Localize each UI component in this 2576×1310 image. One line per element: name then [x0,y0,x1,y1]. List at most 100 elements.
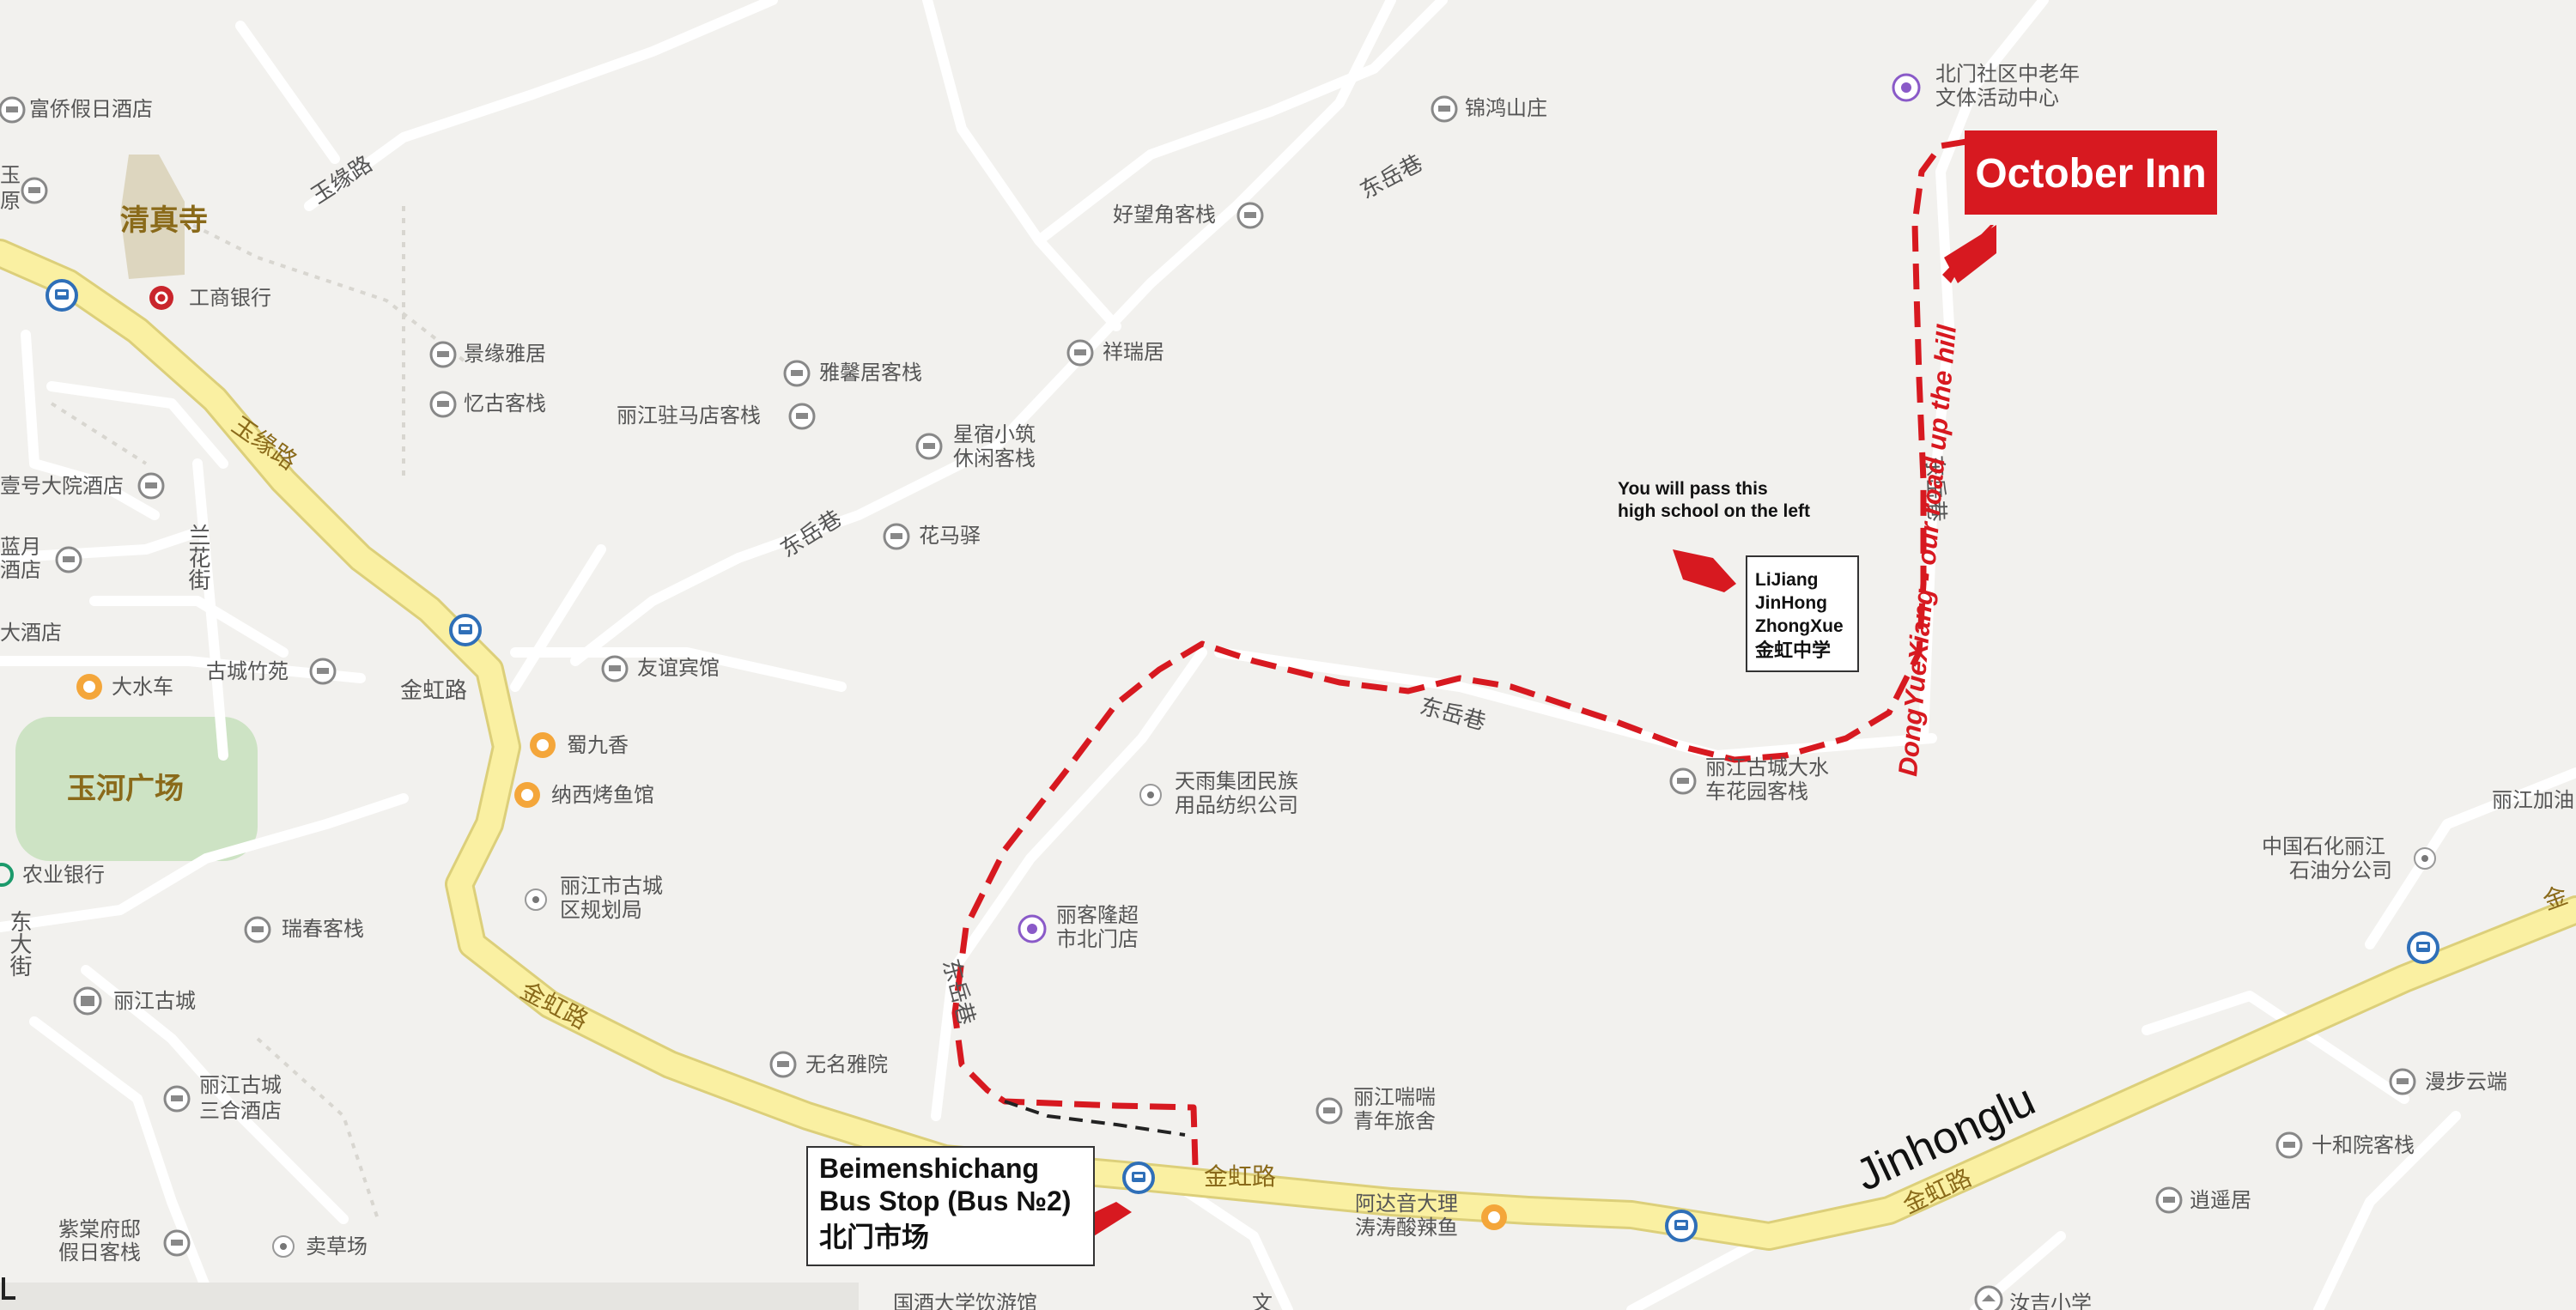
poi-lijiang-chaoshi-2-label: 市北门店 [1056,927,1139,951]
poi-shihe-icon [2275,1131,2303,1159]
poi-tianyu-icon [1139,784,1162,806]
school-box-line2: JinHong [1755,593,1827,613]
bus-stop-line2: Bus Stop (Bus №2) [819,1186,1071,1216]
poi-yaxinju-label: 雅馨居客栈 [819,361,922,385]
bus-stop-icon[interactable] [1665,1210,1698,1242]
poi-dashuiche-label: 大水车 [112,675,173,699]
poi-manbu-label: 漫步云端 [2425,1070,2507,1094]
bus-stop-icon[interactable] [1122,1161,1155,1194]
poi-guihua-2-label: 区规划局 [560,898,642,922]
poi-zijinfu-label: 紫棠府邸 [58,1217,141,1241]
poi-ruji-icon [1974,1285,2003,1310]
poi-zhumadian-label: 丽江驻马店客栈 [617,403,761,428]
poi-xiangrui-icon [1066,339,1094,367]
poi-ruichun-label: 瑞春客栈 [282,917,364,941]
poi-sinopec-label: 中国石化丽江 [2262,834,2385,858]
poi-nongye-label: 农业银行 [22,863,105,887]
poi-maicaochang-label: 卖草场 [306,1234,368,1258]
poi-jinhong-shan-icon [1431,95,1458,123]
poi-youyi-icon [601,655,629,682]
poi-sanhe-2-label: 三合酒店 [199,1099,282,1123]
poi-lijiang-chaoshi-icon [1018,914,1047,943]
poi-ruji-label: 汝吉小学 [2009,1291,2092,1310]
poi-hao-dayuan-icon [137,472,165,500]
poi-manbu-icon [2389,1068,2416,1095]
poi-dashui-icon [1669,767,1697,795]
poi-jinhong-shan-label: 锦鸿山庄 [1465,96,1547,120]
poi-sanhe-icon [163,1085,191,1113]
poi-haowangjiao-label: 好望角客栈 [1113,203,1216,227]
poi-yaxinju-icon [783,360,811,387]
poi-zijinfu-2-label: 假日客栈 [58,1240,141,1265]
poi-beimen-icon [1892,73,1921,102]
bus-stop-icon[interactable] [2407,931,2439,964]
poi-hao-dayuan-label: 壹号大院酒店 [0,474,124,498]
poi-xiaoyao-icon [2155,1186,2183,1214]
poi-tianyu-label: 天雨集团民族 [1175,769,1298,793]
poi-xingsu-2-label: 休闲客栈 [953,446,1036,470]
poi-wuming-label: 无名雅院 [805,1052,888,1077]
bus-stop-annotation[interactable]: Beimenshichang Bus Stop (Bus №2) 北门市场 [806,1146,1095,1266]
poi-chuanchuan-label: 丽江喘喘 [1353,1085,1436,1109]
poi-lijianggucheng-icon [73,986,102,1016]
poi-dashuiche-icon [76,674,102,700]
poi-wen-label: 文 [1252,1291,1273,1310]
road-label-dongda: 东大街 [6,910,32,977]
poi-dashui-label: 丽江古城大水 [1705,755,1829,779]
poi-yuan-edge-icon [21,177,48,204]
poi-huamayi-icon [883,523,910,550]
poi-jingyuan-label: 景缘雅居 [464,342,546,366]
poi-shujiuxiang-label: 蜀九香 [567,733,629,757]
poi-fuqiao-icon [0,96,26,124]
poi-yu-edge-label: 玉 [0,163,21,187]
poi-xiaoyao-label: 逍遥居 [2190,1188,2251,1212]
bus-stop-icon[interactable] [46,279,78,312]
poi-naxi-label: 纳西烤鱼馆 [551,783,654,807]
poi-xingsu-label: 星宿小筑 [953,422,1036,446]
poi-guihua-label: 丽江市古城 [560,874,663,898]
poi-yuan-edge-label: 原 [0,189,21,213]
poi-sinopec-2-label: 石油分公司 [2289,858,2392,882]
poi-tianyu-2-label: 用品纺织公司 [1175,793,1298,817]
poi-adayin-icon [1481,1204,1507,1230]
school-caption-line2: high school on the left [1618,501,1810,521]
poi-wuming-icon [769,1051,797,1078]
school-box-line4: 金虹中学 [1754,640,1831,661]
hotel-marker[interactable]: October Inn [1965,130,2217,215]
poi-dashui-2-label: 车花园客栈 [1705,779,1808,804]
poi-zijinfu-icon [163,1229,191,1257]
poi-youyi-label: 友谊宾馆 [637,656,720,680]
road-label-jinhong-left: 金虹路 [400,678,467,704]
road-label-jinhong-bottom: 金虹路 [1204,1162,1276,1191]
poi-jingyuan-icon [429,341,457,368]
poi-huamayi-label: 花马驿 [919,524,981,548]
poi-chuanchuan-icon [1315,1097,1343,1125]
hotel-label: October Inn [1975,151,2206,197]
poi-dajiudian-label: 大酒店 [0,621,62,645]
school-box-line3: ZhongXue [1755,616,1844,636]
bus-stop-icon[interactable] [449,614,482,646]
map-canvas[interactable]: 玉缘路 玉缘路 金虹路 金虹路 金虹路 金虹路 金 东岳巷 东岳巷 东岳巷 东岳… [0,0,2576,1310]
school-caption-line1: You will pass this [1618,479,1768,499]
poi-guihua-icon [525,888,547,911]
bus-stop-line3: 北门市场 [819,1222,929,1252]
poi-adayin-2-label: 涛涛酸辣鱼 [1355,1216,1458,1240]
yuhe-square-label: 玉河广场 [67,772,184,806]
poi-beimen-2-label: 文体活动中心 [1935,86,2059,110]
poi-fuqiao-label: 富侨假日酒店 [29,97,153,121]
poi-jiayou-label: 丽江加油 [2492,788,2574,812]
poi-beimen-label: 北门社区中老年 [1935,62,2080,86]
poi-guchengzhuyuan-icon [309,658,337,685]
poi-lanyue-icon [55,546,82,573]
poi-sanhe-label: 丽江古城 [199,1073,282,1097]
poi-shihe-label: 十和院客栈 [2312,1133,2415,1157]
poi-haowangjiao-icon [1236,202,1264,229]
poi-adayin-label: 阿达音大理 [1355,1192,1458,1216]
poi-gongshang-label: 工商银行 [189,286,271,310]
poi-lanyue-label: 蓝月 [0,535,41,559]
poi-naxi-icon [514,782,540,808]
mosque-label: 清真寺 [120,203,208,238]
poi-lanyue-2-label: 酒店 [0,558,41,582]
poi-guchengzhuyuan-label: 古城竹苑 [206,659,289,683]
poi-sinopec-icon [2414,847,2436,870]
